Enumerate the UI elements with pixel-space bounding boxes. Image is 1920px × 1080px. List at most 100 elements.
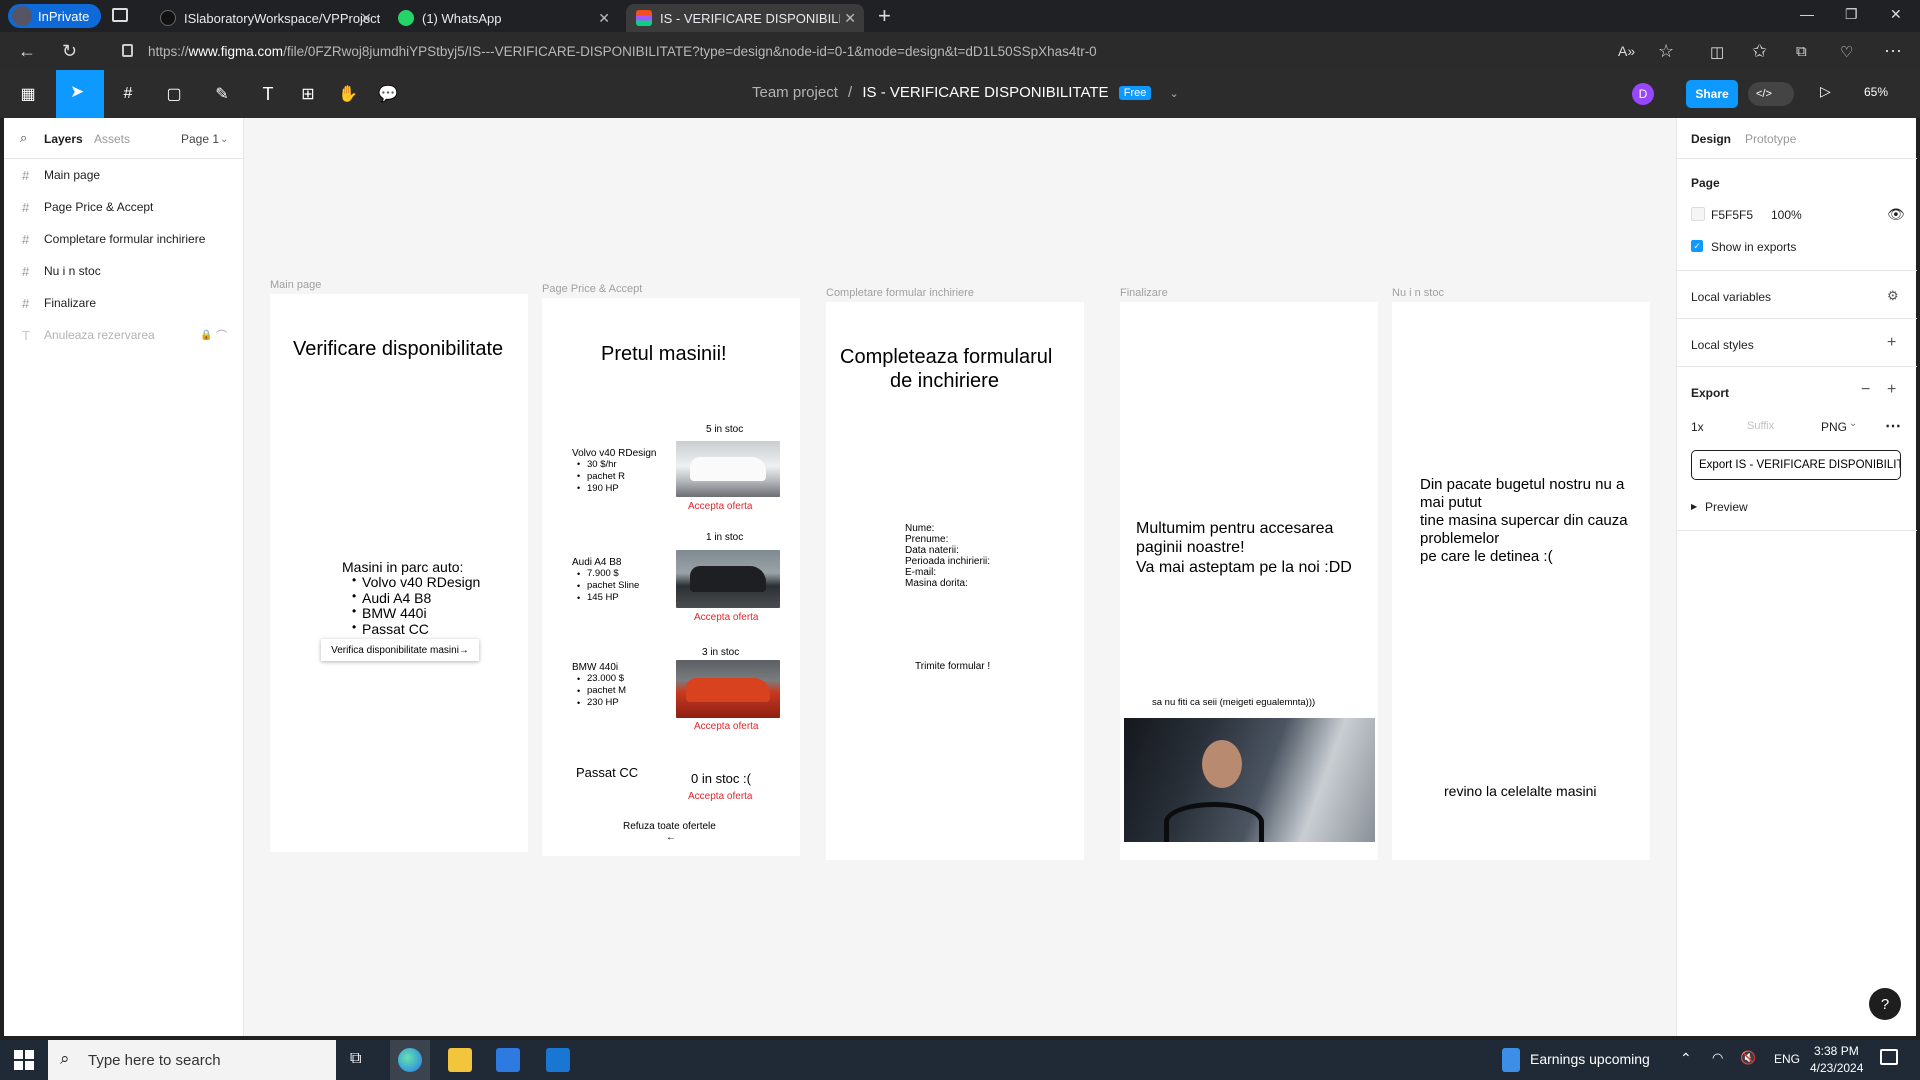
browser-essentials-icon[interactable]: ♡ — [1840, 43, 1853, 61]
minimize-icon[interactable]: — — [1800, 6, 1814, 22]
close-tab-icon[interactable]: ✕ — [360, 10, 372, 27]
frame-tool-icon[interactable]: # — [114, 82, 142, 106]
accept-offer-link[interactable]: Accepta oferta — [694, 721, 758, 732]
lock-icon[interactable]: 🔒 — [200, 330, 212, 341]
frame-label[interactable]: Main page — [270, 279, 321, 291]
remove-export-icon[interactable]: − — [1861, 381, 1870, 399]
zoom-level[interactable]: 65% — [1864, 85, 1888, 99]
export-settings-icon[interactable]: ⋯ — [1885, 416, 1901, 436]
layer-completare-formular[interactable]: # Completare formular inchiriere — [4, 223, 244, 255]
check-availability-button[interactable]: Verifica disponibilitate masini→ — [321, 639, 479, 661]
favorites-icon[interactable]: ✩ — [1752, 41, 1767, 62]
refuse-all-link[interactable]: Refuza toate ofertele — [623, 821, 716, 832]
add-style-icon[interactable]: + — [1887, 334, 1896, 352]
collections-icon[interactable]: ⧉ — [1796, 43, 1807, 60]
export-format-select[interactable]: PNG — [1821, 420, 1847, 434]
tab-figma[interactable]: IS - VERIFICARE DISPONIBILITATE ✕ — [626, 4, 864, 32]
preview-toggle[interactable]: Preview — [1705, 500, 1748, 514]
frame-label[interactable]: Page Price & Accept — [542, 283, 642, 295]
move-tool-button[interactable]: ➤ — [56, 70, 104, 118]
chevron-down-icon[interactable]: ⌄ — [1170, 88, 1179, 100]
read-aloud-icon[interactable]: A» — [1618, 43, 1635, 59]
tab-github[interactable]: ISlaboratoryWorkspace/VPProject ✕ — [150, 4, 380, 32]
news-widget-icon[interactable] — [1502, 1048, 1520, 1072]
page-selector[interactable]: Page 1 — [181, 132, 219, 146]
local-styles-label[interactable]: Local styles — [1691, 338, 1754, 352]
chevron-up-icon[interactable]: ⌃ — [1680, 1050, 1692, 1067]
news-widget-text[interactable]: Earnings upcoming — [1530, 1051, 1650, 1067]
chevron-down-icon[interactable]: ⌄ — [220, 134, 228, 145]
design-canvas[interactable]: Main page Verificare disponibilitate Mas… — [244, 118, 1676, 1036]
tab-actions-icon[interactable] — [112, 8, 128, 22]
layer-finalizare[interactable]: # Finalizare — [4, 287, 244, 319]
rectangle-tool-icon[interactable]: ▢ — [160, 82, 188, 106]
frame-label[interactable]: Nu i n stoc — [1392, 287, 1444, 299]
clock-time[interactable]: 3:38 PM — [1814, 1044, 1859, 1058]
frame-completare-formular[interactable]: Completeaza formularul de inchiriere Num… — [826, 302, 1084, 860]
export-scale[interactable]: 1x — [1691, 420, 1704, 434]
dev-mode-toggle[interactable]: </> — [1748, 82, 1794, 106]
project-name[interactable]: Team project — [752, 84, 838, 101]
back-icon[interactable]: ← — [18, 41, 36, 62]
notification-icon[interactable] — [1880, 1049, 1898, 1065]
hand-tool-icon[interactable]: ✋ — [334, 82, 362, 106]
show-in-exports-checkbox[interactable]: ✓ — [1691, 240, 1703, 252]
layer-nu-in-stoc[interactable]: # Nu i n stoc — [4, 255, 244, 287]
url-field[interactable]: https://www.figma.com/file/0FZRwoj8jumdh… — [110, 37, 1690, 65]
color-swatch[interactable] — [1691, 207, 1705, 221]
accept-offer-link[interactable]: Accepta oferta — [688, 791, 752, 802]
export-suffix-input[interactable]: Suffix — [1747, 420, 1774, 432]
file-explorer-icon[interactable] — [448, 1048, 472, 1072]
inprivate-badge[interactable]: InPrivate — [8, 4, 102, 28]
figma-menu-icon[interactable]: ▦ — [14, 82, 42, 106]
store-icon[interactable] — [496, 1048, 520, 1072]
text-tool-icon[interactable]: T — [254, 82, 282, 106]
language-indicator[interactable]: ENG — [1774, 1052, 1800, 1066]
file-title[interactable]: Team project / IS - VERIFICARE DISPONIBI… — [752, 84, 1179, 101]
restore-icon[interactable]: ❐ — [1845, 6, 1858, 23]
frame-nu-in-stoc[interactable]: Din pacate bugetul nostru nu a mai putut… — [1392, 302, 1650, 860]
export-button[interactable]: Export IS - VERIFICARE DISPONIBILIT... — [1691, 450, 1901, 480]
favorite-star-icon[interactable]: ☆ — [1658, 41, 1674, 62]
back-arrow-icon[interactable]: ← — [666, 832, 676, 843]
split-screen-icon[interactable]: ◫ — [1710, 43, 1724, 61]
back-to-cars-link[interactable]: revino la celelalte masini — [1444, 783, 1597, 799]
frame-page-price-accept[interactable]: Pretul masinii! Volvo v40 RDesign 30 $/h… — [542, 298, 800, 856]
wifi-icon[interactable]: ◠ — [1712, 1050, 1723, 1066]
pen-tool-icon[interactable]: ✎ — [208, 82, 236, 106]
layer-anuleaza-rezervarea[interactable]: T Anuleaza rezervarea 🔒 ⌒ — [4, 319, 244, 351]
tab-assets[interactable]: Assets — [94, 132, 130, 146]
frame-label[interactable]: Completare formular inchiriere — [826, 287, 974, 299]
caret-right-icon[interactable]: ▶ — [1691, 502, 1697, 511]
layer-page-price-accept[interactable]: # Page Price & Accept — [4, 191, 244, 223]
submit-form-link[interactable]: Trimite formular ! — [915, 661, 990, 672]
eye-icon[interactable]: 👁 — [1887, 206, 1905, 223]
task-view-icon[interactable]: ⧉ — [350, 1050, 361, 1068]
close-window-icon[interactable]: ✕ — [1890, 6, 1902, 23]
variables-icon[interactable]: ⚙ — [1887, 288, 1899, 304]
help-button[interactable]: ? — [1869, 988, 1901, 1020]
avatar[interactable]: D — [1632, 83, 1654, 105]
taskbar-search-input[interactable]: ⌕ Type here to search — [48, 1040, 336, 1080]
search-icon[interactable]: ⌕ — [20, 130, 27, 146]
tab-design[interactable]: Design — [1691, 132, 1731, 146]
hidden-eye-icon[interactable]: ⌒ — [216, 327, 227, 343]
layer-main-page[interactable]: # Main page — [4, 159, 244, 191]
windows-start-icon[interactable] — [14, 1050, 34, 1070]
local-variables-label[interactable]: Local variables — [1691, 290, 1771, 304]
more-menu-icon[interactable]: ⋯ — [1884, 41, 1902, 62]
refresh-icon[interactable]: ↻ — [62, 41, 77, 62]
tab-layers[interactable]: Layers — [44, 132, 83, 146]
tab-whatsapp[interactable]: (1) WhatsApp ✕ — [388, 4, 618, 32]
volume-muted-icon[interactable]: 🔇 — [1740, 1050, 1756, 1066]
share-button[interactable]: Share — [1686, 80, 1738, 108]
comment-tool-icon[interactable]: 💬 — [374, 82, 402, 106]
frame-finalizare[interactable]: Multumim pentru accesarea paginii noastr… — [1120, 302, 1378, 860]
resources-tool-icon[interactable]: ⊞ — [294, 82, 322, 106]
accept-offer-link[interactable]: Accepta oferta — [688, 501, 752, 512]
frame-main-page[interactable]: Verificare disponibilitate Masini in par… — [270, 294, 528, 852]
accept-offer-link[interactable]: Accepta oferta — [694, 612, 758, 623]
background-color-value[interactable]: F5F5F5 — [1711, 208, 1753, 222]
mail-icon[interactable] — [546, 1048, 570, 1072]
chevron-down-icon[interactable]: ⌄ — [1849, 418, 1857, 429]
